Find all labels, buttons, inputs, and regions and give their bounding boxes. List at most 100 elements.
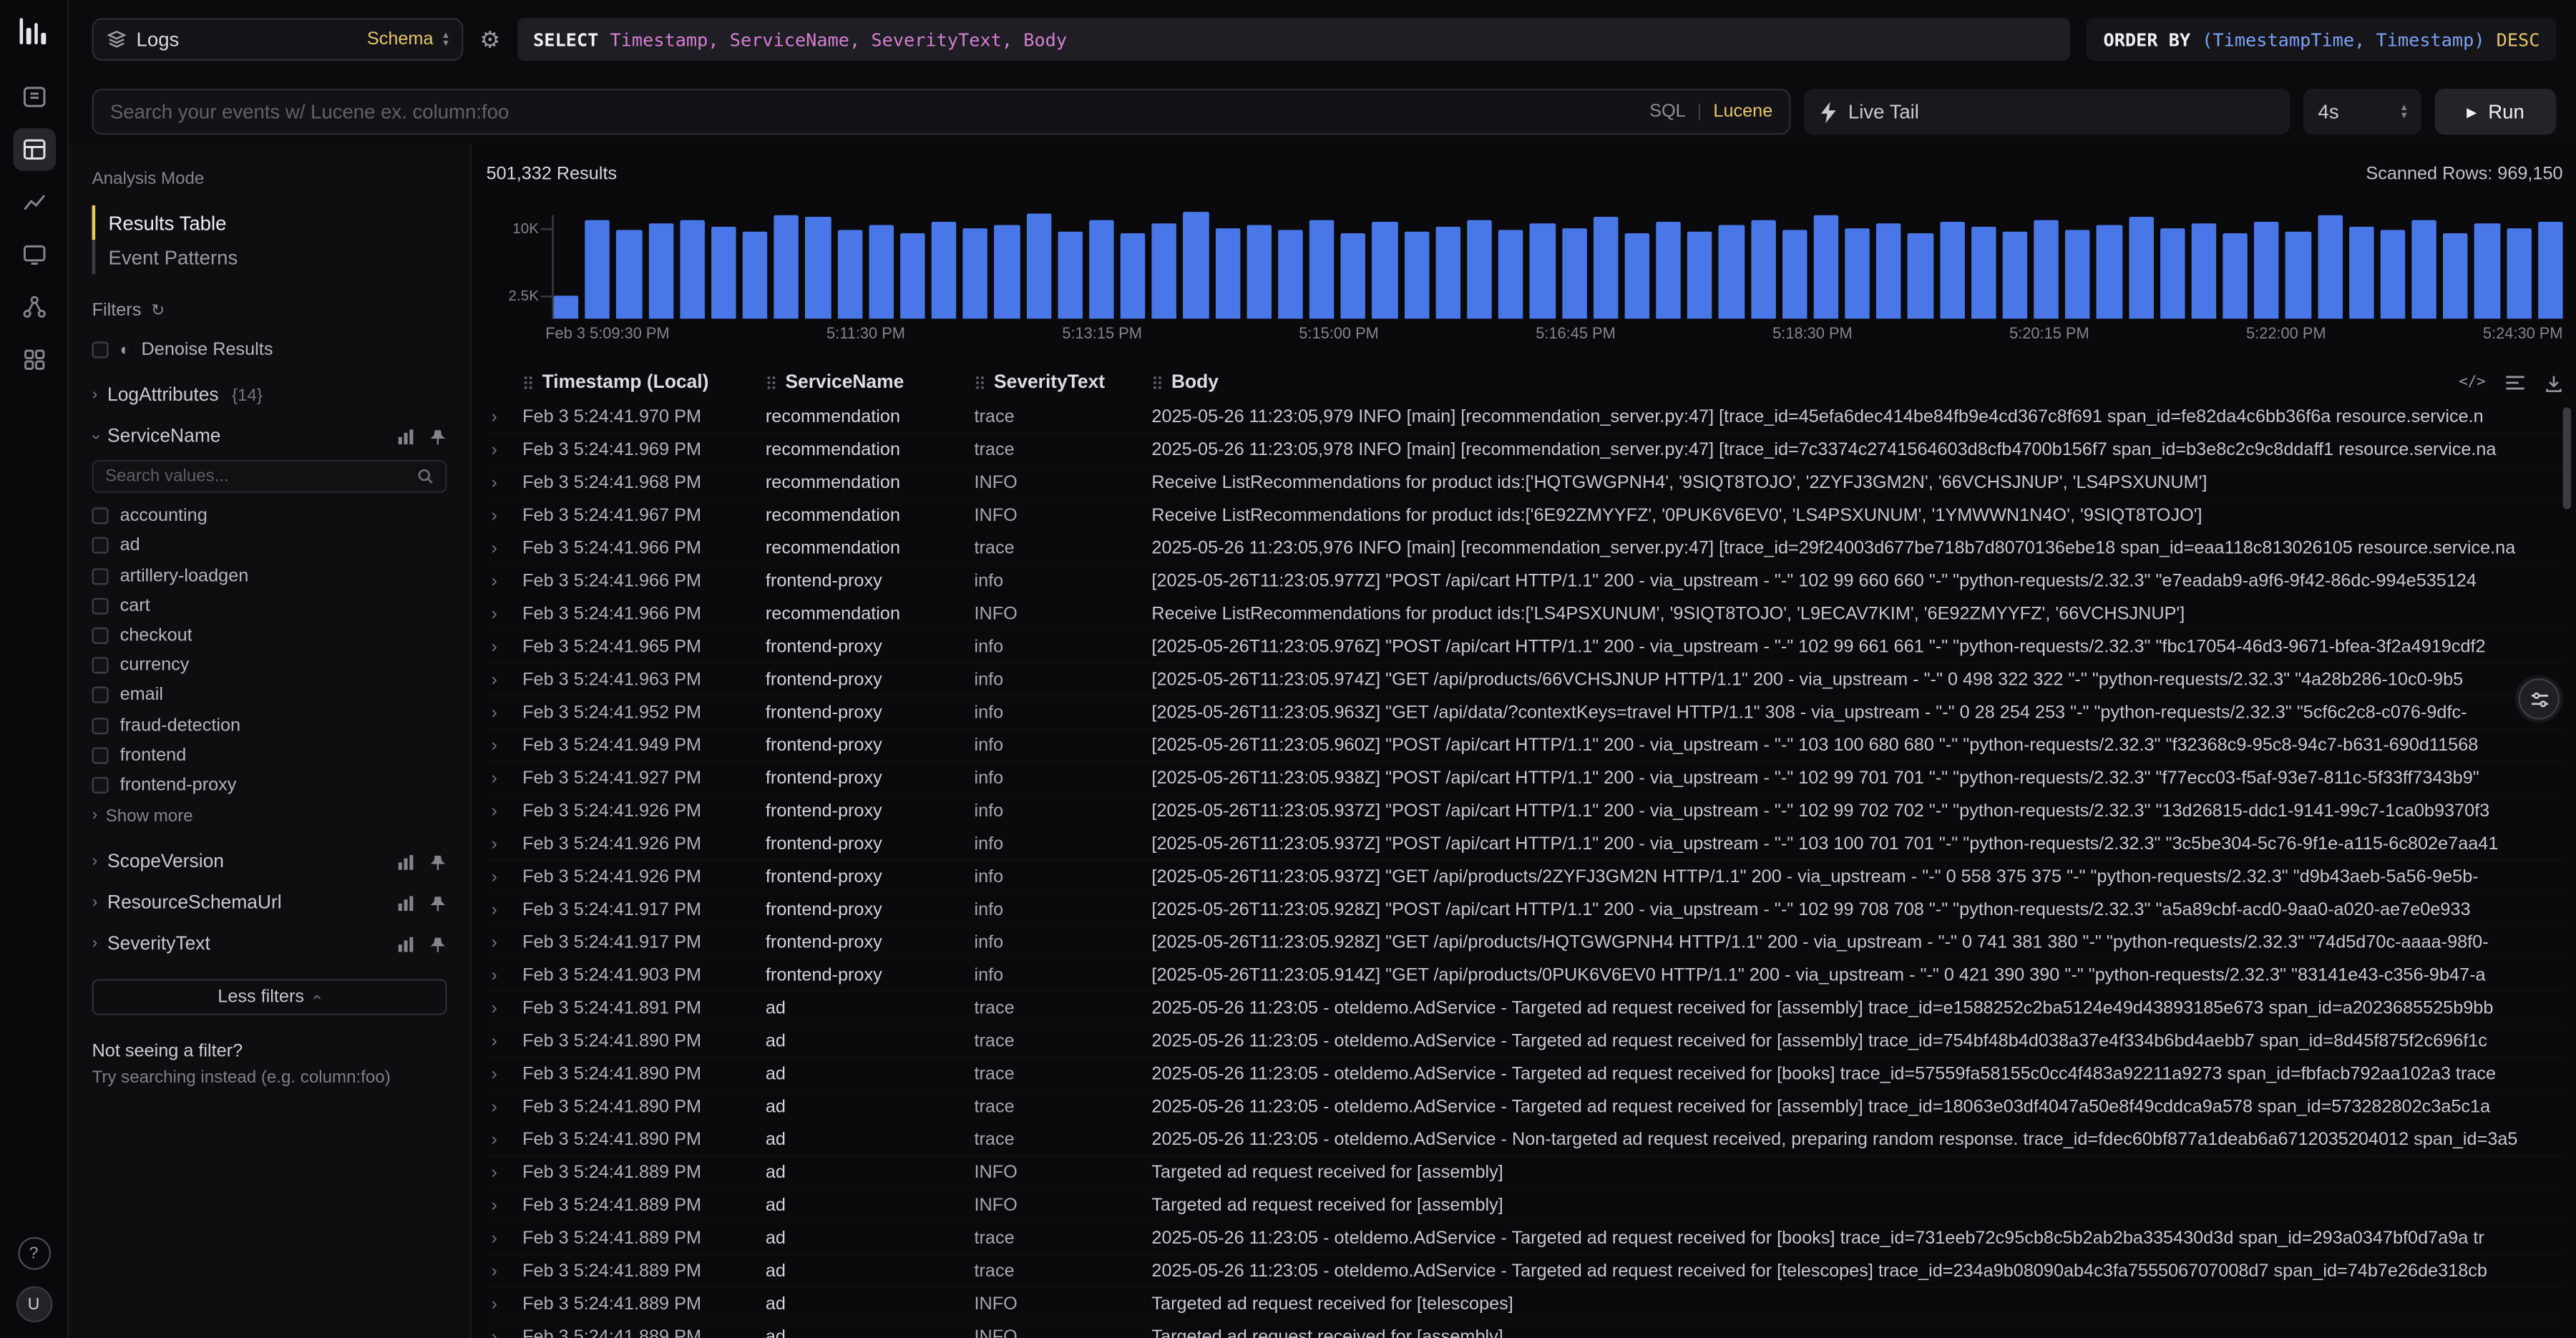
chart-icon[interactable] <box>398 895 414 912</box>
mode-event-patterns[interactable]: Event Patterns <box>92 240 447 274</box>
facet-value-row[interactable]: currency <box>92 650 447 680</box>
histogram-bar[interactable] <box>1435 227 1460 319</box>
drag-handle-icon[interactable] <box>766 374 777 391</box>
checkbox[interactable] <box>92 688 109 704</box>
scrollbar-thumb[interactable] <box>2563 407 2571 509</box>
row-expand-chevron[interactable]: › <box>487 604 523 624</box>
pin-icon[interactable] <box>429 894 447 912</box>
row-expand-chevron[interactable]: › <box>487 1294 523 1314</box>
row-expand-chevron[interactable]: › <box>487 1228 523 1248</box>
histogram-bar[interactable] <box>1561 228 1586 318</box>
histogram-bar[interactable] <box>1121 234 1146 319</box>
histogram-bar[interactable] <box>2066 230 2091 319</box>
drag-handle-icon[interactable] <box>974 374 985 391</box>
row-expand-chevron[interactable]: › <box>487 1261 523 1281</box>
row-expand-chevron[interactable]: › <box>487 1195 523 1215</box>
row-expand-chevron[interactable]: › <box>487 538 523 558</box>
histogram-bar[interactable] <box>1782 230 1807 319</box>
histogram-bar[interactable] <box>837 230 862 319</box>
column-header-timestamp[interactable]: Timestamp (Local) <box>522 373 766 393</box>
table-row[interactable]: › Feb 3 5:24:41.967 PM recommendation IN… <box>487 499 2563 532</box>
sql-preview[interactable]: SELECT Timestamp, ServiceName, SeverityT… <box>517 18 2070 61</box>
histogram-bar[interactable] <box>1876 223 1901 319</box>
checkbox[interactable] <box>92 628 109 644</box>
checkbox[interactable] <box>92 568 109 585</box>
histogram-bar[interactable] <box>1845 228 1870 318</box>
histogram-bar[interactable] <box>2507 228 2532 318</box>
histogram-bar[interactable] <box>1719 225 1744 318</box>
apps-icon[interactable] <box>12 338 55 381</box>
facet-value-row[interactable]: ad <box>92 531 447 561</box>
drag-handle-icon[interactable] <box>1151 374 1163 391</box>
table-row[interactable]: › Feb 3 5:24:41.889 PM ad trace 2025-05-… <box>487 1255 2563 1288</box>
histogram-bar[interactable] <box>554 296 579 319</box>
row-expand-chevron[interactable]: › <box>487 768 523 788</box>
histogram-bar[interactable] <box>2129 218 2154 318</box>
row-expand-chevron[interactable]: › <box>487 998 523 1018</box>
table-row[interactable]: › Feb 3 5:24:41.917 PM frontend-proxy in… <box>487 927 2563 959</box>
table-settings-button[interactable] <box>2519 678 2560 719</box>
gear-icon[interactable]: ⚙ <box>479 28 500 51</box>
histogram-bar[interactable] <box>1939 221 1964 318</box>
histogram-bar[interactable] <box>1058 232 1083 318</box>
mode-lucene[interactable]: Lucene <box>1713 102 1772 122</box>
histogram-bar[interactable] <box>2475 223 2500 319</box>
histogram-bar[interactable] <box>1246 225 1272 318</box>
histogram-bar[interactable] <box>1624 234 1649 319</box>
histogram-bar[interactable] <box>1467 220 1492 319</box>
row-expand-chevron[interactable]: › <box>487 505 523 525</box>
table-row[interactable]: › Feb 3 5:24:41.889 PM ad trace 2025-05-… <box>487 1222 2563 1255</box>
chart-explorer-icon[interactable] <box>12 181 55 224</box>
order-by[interactable]: ORDER BY (TimestampTime, Timestamp) DESC <box>2087 18 2557 61</box>
table-row[interactable]: › Feb 3 5:24:41.890 PM ad trace 2025-05-… <box>487 1058 2563 1091</box>
row-expand-chevron[interactable]: › <box>487 735 523 755</box>
row-expand-chevron[interactable]: › <box>487 571 523 591</box>
refresh-icon[interactable]: ↻ <box>151 301 165 319</box>
histogram-bar[interactable] <box>1215 228 1240 318</box>
histogram-bar[interactable] <box>1341 234 1366 319</box>
mode-sql[interactable]: SQL <box>1649 102 1686 122</box>
table-row[interactable]: › Feb 3 5:24:41.966 PM recommendation IN… <box>487 598 2563 631</box>
histogram-bar[interactable] <box>2034 220 2059 319</box>
table-row[interactable]: › Feb 3 5:24:41.889 PM ad INFO Targeted … <box>487 1288 2563 1321</box>
histogram-bar[interactable] <box>1687 232 1712 318</box>
histogram-bar[interactable] <box>2192 223 2217 319</box>
denoise-checkbox-row[interactable]: ◐ Denoise Results <box>92 335 447 365</box>
row-expand-chevron[interactable]: › <box>487 801 523 821</box>
collapsed-filter-row[interactable]: › SeverityText <box>92 935 447 955</box>
row-expand-chevron[interactable]: › <box>487 965 523 985</box>
facet-value-row[interactable]: cart <box>92 591 447 621</box>
wrap-lines-icon[interactable] <box>2505 374 2525 391</box>
drag-handle-icon[interactable] <box>522 374 534 391</box>
histogram-bar[interactable] <box>2444 234 2469 319</box>
histogram-bar[interactable] <box>1908 234 1933 319</box>
histogram-bar[interactable] <box>2349 227 2374 319</box>
histogram-bar[interactable] <box>1530 223 1555 319</box>
checkbox[interactable] <box>92 538 109 555</box>
row-expand-chevron[interactable]: › <box>487 472 523 492</box>
row-expand-chevron[interactable]: › <box>487 932 523 952</box>
filter-servicename[interactable]: › ServiceName <box>92 427 447 447</box>
table-row[interactable]: › Feb 3 5:24:41.889 PM ad INFO Targeted … <box>487 1321 2563 1338</box>
table-row[interactable]: › Feb 3 5:24:41.969 PM recommendation tr… <box>487 434 2563 467</box>
table-row[interactable]: › Feb 3 5:24:41.890 PM ad trace 2025-05-… <box>487 1123 2563 1156</box>
table-row[interactable]: › Feb 3 5:24:41.926 PM frontend-proxy in… <box>487 828 2563 861</box>
histogram-bar[interactable] <box>2412 220 2437 319</box>
mode-results-table[interactable]: Results Table <box>92 205 447 240</box>
table-row[interactable]: › Feb 3 5:24:41.891 PM ad trace 2025-05-… <box>487 992 2563 1025</box>
histogram-bar[interactable] <box>1498 230 1523 319</box>
code-view-icon[interactable]: </> <box>2459 374 2485 391</box>
column-header-severitytext[interactable]: SeverityText <box>974 373 1151 393</box>
run-button[interactable]: ▶ Run <box>2435 89 2557 135</box>
histogram-bar[interactable] <box>900 234 925 319</box>
table-row[interactable]: › Feb 3 5:24:41.889 PM ad INFO Targeted … <box>487 1189 2563 1222</box>
histogram-bar[interactable] <box>680 220 705 319</box>
histogram-bar[interactable] <box>1750 220 1775 319</box>
checkbox[interactable] <box>92 597 109 614</box>
user-avatar[interactable]: U <box>16 1286 52 1323</box>
facet-value-row[interactable]: checkout <box>92 621 447 651</box>
row-expand-chevron[interactable]: › <box>487 637 523 657</box>
table-row[interactable]: › Feb 3 5:24:41.966 PM recommendation tr… <box>487 532 2563 565</box>
filter-logattributes[interactable]: › LogAttributes {14} <box>92 386 447 406</box>
facet-search-input[interactable] <box>105 467 407 487</box>
